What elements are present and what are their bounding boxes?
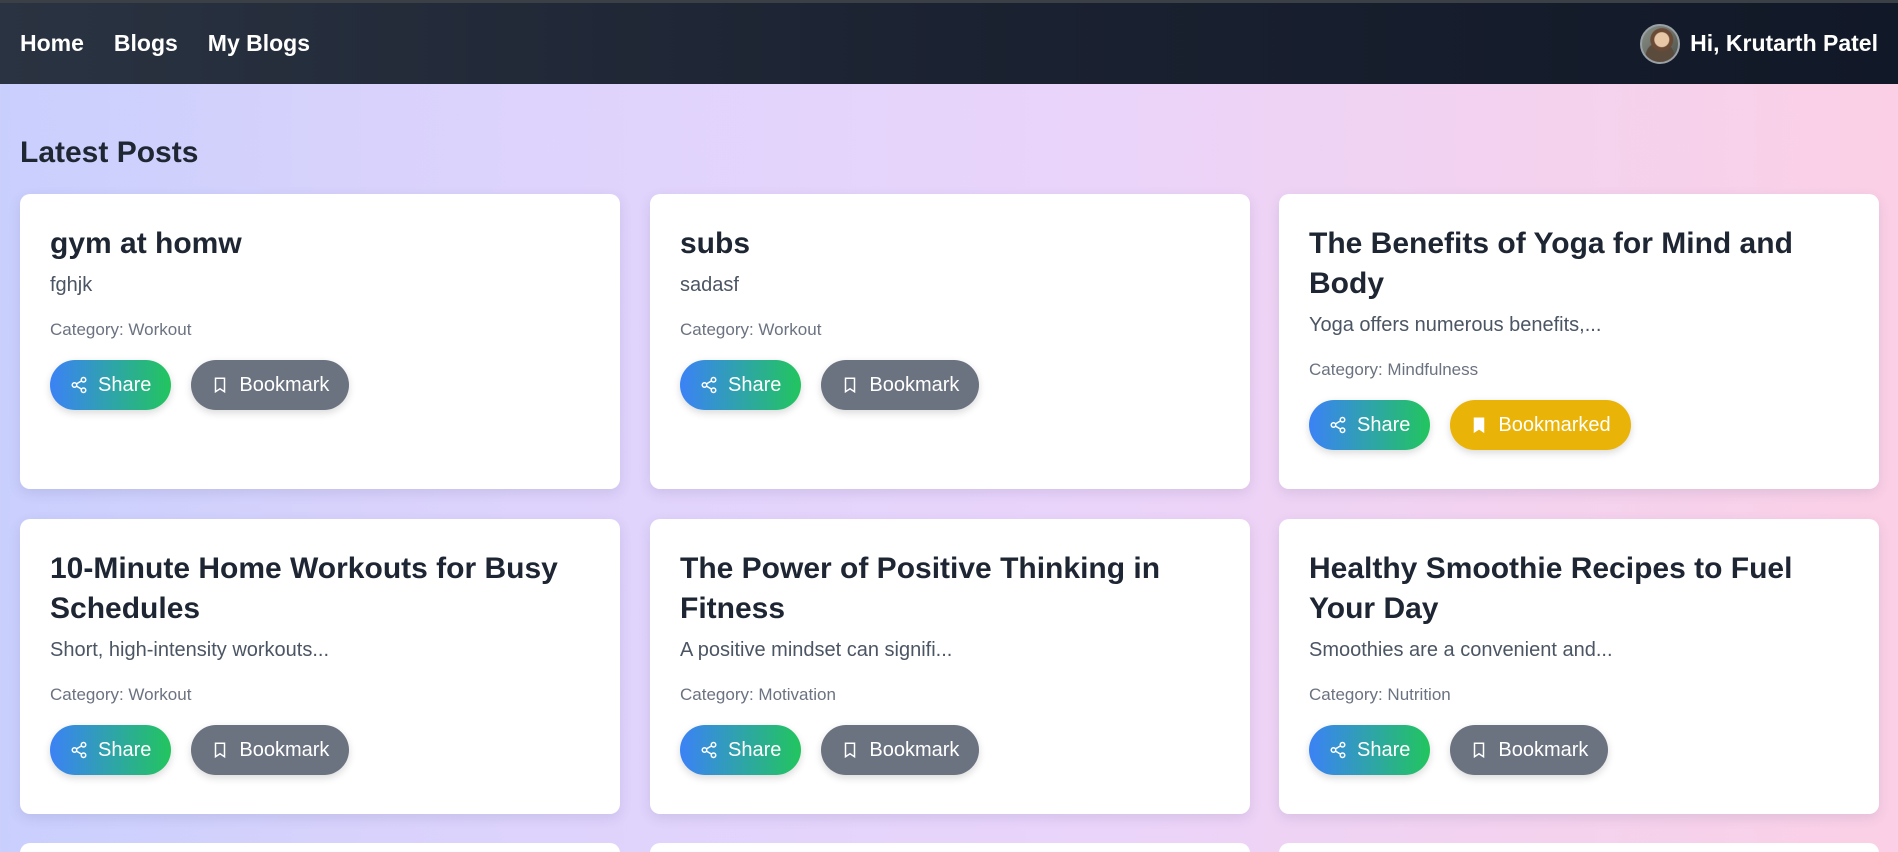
- post-card: subs sadasf Category: Workout Share Book…: [650, 194, 1250, 489]
- bookmark-button[interactable]: Bookmark: [191, 360, 350, 410]
- bookmark-button[interactable]: Bookmark: [821, 360, 980, 410]
- post-category: Category: Workout: [50, 685, 192, 704]
- share-button[interactable]: Share: [50, 360, 172, 410]
- post-card-peek: [1279, 843, 1879, 852]
- post-card-peek: [20, 843, 620, 852]
- bookmark-label: Bookmark: [1498, 738, 1589, 761]
- post-card: The Benefits of Yoga for Mind and Body Y…: [1279, 194, 1879, 489]
- share-button[interactable]: Share: [50, 725, 172, 775]
- post-title[interactable]: 10-Minute Home Workouts for Busy Schedul…: [50, 549, 590, 629]
- avatar: [1640, 23, 1681, 64]
- bookmark-icon: [845, 742, 856, 759]
- share-icon: [71, 741, 87, 759]
- post-title[interactable]: The Benefits of Yoga for Mind and Body: [1309, 224, 1849, 304]
- post-excerpt: fghjk: [50, 274, 93, 296]
- post-category: Category: Nutrition: [1309, 685, 1451, 704]
- nav-link-blogs[interactable]: Blogs: [114, 30, 178, 57]
- share-label: Share: [98, 373, 152, 396]
- bookmark-icon: [1474, 742, 1485, 759]
- post-excerpt: sadasf: [680, 274, 739, 296]
- post-card: gym at homw fghjk Category: Workout Shar…: [20, 194, 620, 489]
- nav-link-home[interactable]: Home: [20, 30, 84, 57]
- share-icon: [701, 376, 717, 394]
- post-card: Healthy Smoothie Recipes to Fuel Your Da…: [1279, 519, 1879, 814]
- share-button[interactable]: Share: [1309, 400, 1431, 450]
- post-category: Category: Workout: [50, 320, 192, 339]
- post-card: The Power of Positive Thinking in Fitnes…: [650, 519, 1250, 814]
- bookmark-label: Bookmark: [239, 373, 330, 396]
- bookmark-label: Bookmark: [869, 373, 960, 396]
- share-label: Share: [728, 738, 782, 761]
- share-label: Share: [1357, 738, 1411, 761]
- bookmark-icon: [215, 742, 226, 759]
- post-title[interactable]: subs: [680, 224, 1220, 264]
- post-card-peek: [650, 843, 1250, 852]
- post-card: 10-Minute Home Workouts for Busy Schedul…: [20, 519, 620, 814]
- user-greeting: Hi, Krutarth Patel: [1690, 30, 1878, 56]
- post-excerpt: Yoga offers numerous benefits,...: [1309, 314, 1602, 336]
- post-title[interactable]: gym at homw: [50, 224, 590, 264]
- bookmark-button[interactable]: Bookmark: [191, 725, 350, 775]
- share-button[interactable]: Share: [680, 360, 802, 410]
- bookmark-icon: [215, 377, 226, 394]
- bookmark-icon: [845, 377, 856, 394]
- share-label: Share: [98, 738, 152, 761]
- share-label: Share: [1357, 413, 1411, 436]
- post-excerpt: A positive mindset can signifi...: [680, 639, 953, 661]
- post-title[interactable]: The Power of Positive Thinking in Fitnes…: [680, 549, 1220, 629]
- share-icon: [701, 741, 717, 759]
- bookmark-label: Bookmarked: [1498, 413, 1611, 436]
- post-category: Category: Motivation: [680, 685, 836, 704]
- post-category: Category: Workout: [680, 320, 822, 339]
- bookmark-button[interactable]: Bookmark: [821, 725, 980, 775]
- share-icon: [1330, 741, 1346, 759]
- bookmark-button[interactable]: Bookmark: [1450, 725, 1609, 775]
- bookmark-filled-icon: [1474, 417, 1485, 434]
- share-icon: [71, 376, 87, 394]
- post-title[interactable]: Healthy Smoothie Recipes to Fuel Your Da…: [1309, 549, 1849, 629]
- post-excerpt: Short, high-intensity workouts...: [50, 639, 330, 661]
- bookmarked-button[interactable]: Bookmarked: [1450, 400, 1631, 450]
- share-button[interactable]: Share: [1309, 725, 1431, 775]
- share-label: Share: [728, 373, 782, 396]
- top-navbar: Home Blogs My Blogs Hi, Krutarth Patel: [0, 0, 1898, 84]
- bookmark-label: Bookmark: [239, 738, 330, 761]
- share-icon: [1330, 416, 1346, 434]
- user-menu[interactable]: Hi, Krutarth Patel: [1640, 23, 1878, 64]
- post-excerpt: Smoothies are a convenient and...: [1309, 639, 1613, 661]
- bookmark-label: Bookmark: [869, 738, 960, 761]
- page-title: Latest Posts: [20, 136, 199, 169]
- nav-link-my-blogs[interactable]: My Blogs: [208, 30, 310, 57]
- post-category: Category: Mindfulness: [1309, 360, 1479, 379]
- share-button[interactable]: Share: [680, 725, 802, 775]
